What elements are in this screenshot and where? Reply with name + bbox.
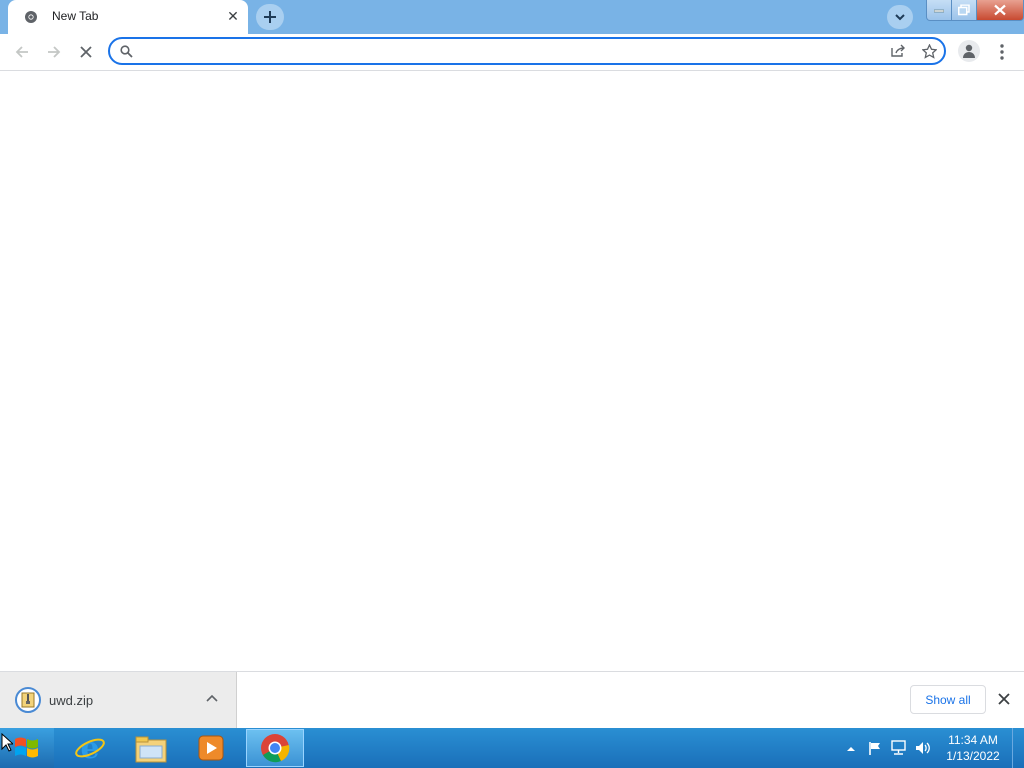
address-bar[interactable] [108, 37, 946, 65]
internet-explorer-icon: e [75, 732, 105, 764]
zip-file-icon [15, 687, 41, 713]
tab-strip: New Tab ✕ [0, 0, 1024, 34]
clock[interactable]: 11:34 AM 1/13/2022 [940, 732, 1006, 764]
search-icon [120, 45, 133, 58]
svg-text:e: e [80, 732, 99, 764]
minimize-icon [934, 9, 944, 13]
chrome-icon [261, 734, 290, 763]
taskbar-file-explorer[interactable] [122, 729, 178, 767]
download-filename: uwd.zip [49, 693, 94, 708]
restore-button[interactable] [951, 0, 977, 21]
network-icon[interactable] [890, 740, 908, 756]
forward-icon [48, 46, 61, 58]
tab-search-icon [895, 14, 905, 21]
minimize-button[interactable] [926, 0, 952, 21]
tab-title: New Tab [52, 9, 99, 23]
taskbar-internet-explorer[interactable]: e [62, 729, 118, 767]
tab-new-tab[interactable]: New Tab ✕ [8, 0, 248, 34]
tab-close-button[interactable]: ✕ [225, 8, 241, 24]
close-icon[interactable] [997, 692, 1011, 706]
share-icon[interactable] [890, 44, 906, 58]
profile-icon [963, 44, 975, 58]
page-content [0, 71, 1024, 671]
chevron-up-icon[interactable] [846, 745, 856, 753]
mouse-cursor-icon [1, 733, 13, 752]
back-icon [15, 46, 28, 58]
taskbar: e 11:34 AM 1/13/2022 [0, 728, 1024, 768]
chevron-up-icon[interactable] [205, 693, 219, 705]
taskbar-media-player[interactable] [182, 729, 238, 767]
forward-button[interactable] [42, 40, 66, 64]
media-player-icon [198, 735, 224, 761]
volume-icon[interactable] [914, 740, 932, 756]
show-desktop-button[interactable] [1012, 728, 1024, 768]
new-tab-button[interactable] [256, 4, 284, 30]
address-input[interactable] [140, 42, 884, 62]
show-all-button[interactable]: Show all [910, 685, 986, 714]
chrome-icon [24, 10, 38, 24]
menu-icon [1000, 44, 1004, 60]
bookmark-star-icon[interactable] [922, 44, 937, 59]
stop-icon [80, 46, 92, 58]
windows-start-icon [15, 737, 38, 758]
tab-search-button[interactable] [887, 5, 913, 29]
taskbar-chrome[interactable] [246, 729, 304, 767]
browser-menu-button[interactable] [993, 40, 1011, 64]
close-window-icon [994, 4, 1006, 16]
clock-time: 11:34 AM [948, 733, 998, 747]
file-explorer-icon [135, 736, 167, 763]
new-tab-icon [264, 11, 276, 23]
clock-date: 1/13/2022 [946, 749, 1000, 763]
maximize-icon [958, 4, 970, 16]
close-window-button[interactable] [976, 0, 1024, 21]
stop-button[interactable] [74, 40, 98, 64]
flag-icon[interactable] [867, 740, 883, 756]
system-tray [843, 728, 943, 768]
download-item[interactable]: uwd.zip [0, 672, 237, 728]
download-shelf: uwd.zip Show all [0, 671, 1024, 729]
back-button[interactable] [10, 40, 34, 64]
profile-button[interactable] [958, 40, 980, 62]
browser-toolbar [0, 34, 1024, 71]
